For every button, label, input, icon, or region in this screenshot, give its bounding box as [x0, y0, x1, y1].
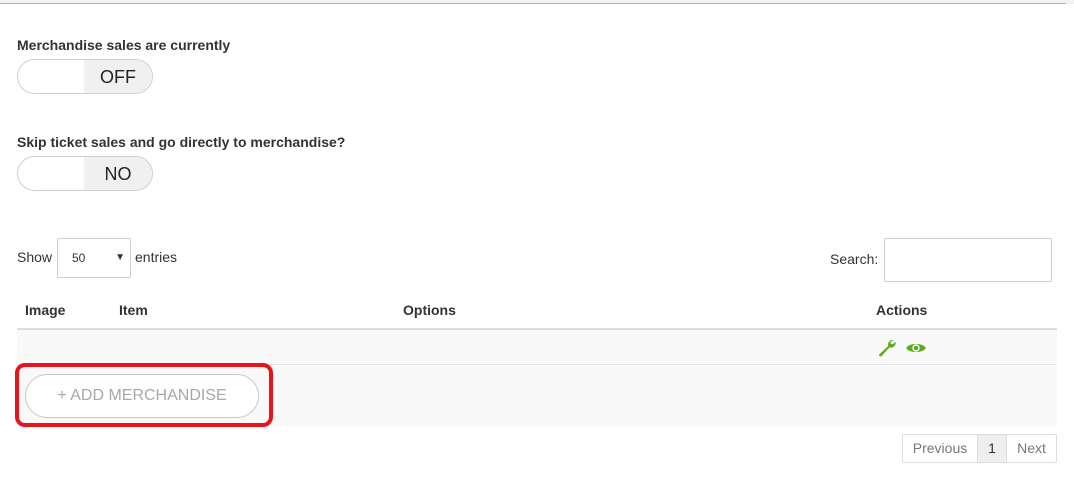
show-label: Show [17, 249, 53, 265]
pagination-next[interactable]: Next [1006, 434, 1057, 463]
column-header-options[interactable]: Options [403, 302, 456, 318]
table-row [17, 330, 1057, 365]
chevron-down-icon: ▼ [115, 252, 125, 263]
eye-icon[interactable] [905, 341, 927, 355]
pagination-page-1[interactable]: 1 [977, 434, 1007, 463]
search-input[interactable] [884, 238, 1052, 282]
merchandise-sales-toggle[interactable]: OFF [17, 59, 153, 94]
accent-line [0, 3, 1066, 4]
top-divider [0, 0, 1074, 4]
entries-label: entries [135, 249, 178, 265]
skip-tickets-state: NO [84, 157, 152, 190]
entries-select[interactable]: 50 ▼ [57, 238, 131, 278]
skip-tickets-label: Skip ticket sales and go directly to mer… [17, 134, 346, 150]
skip-tickets-toggle[interactable]: NO [17, 156, 153, 191]
highlight-outline [15, 363, 273, 427]
search-label: Search: [830, 251, 879, 267]
column-header-actions: Actions [876, 302, 928, 318]
merchandise-sales-label: Merchandise sales are currently [17, 37, 231, 53]
wrench-icon[interactable] [878, 339, 898, 358]
column-header-item[interactable]: Item [119, 302, 148, 318]
merchandise-sales-state: OFF [84, 60, 152, 93]
entries-select-value: 50 [72, 251, 86, 265]
column-header-image[interactable]: Image [25, 302, 65, 318]
pagination-previous[interactable]: Previous [902, 434, 978, 463]
